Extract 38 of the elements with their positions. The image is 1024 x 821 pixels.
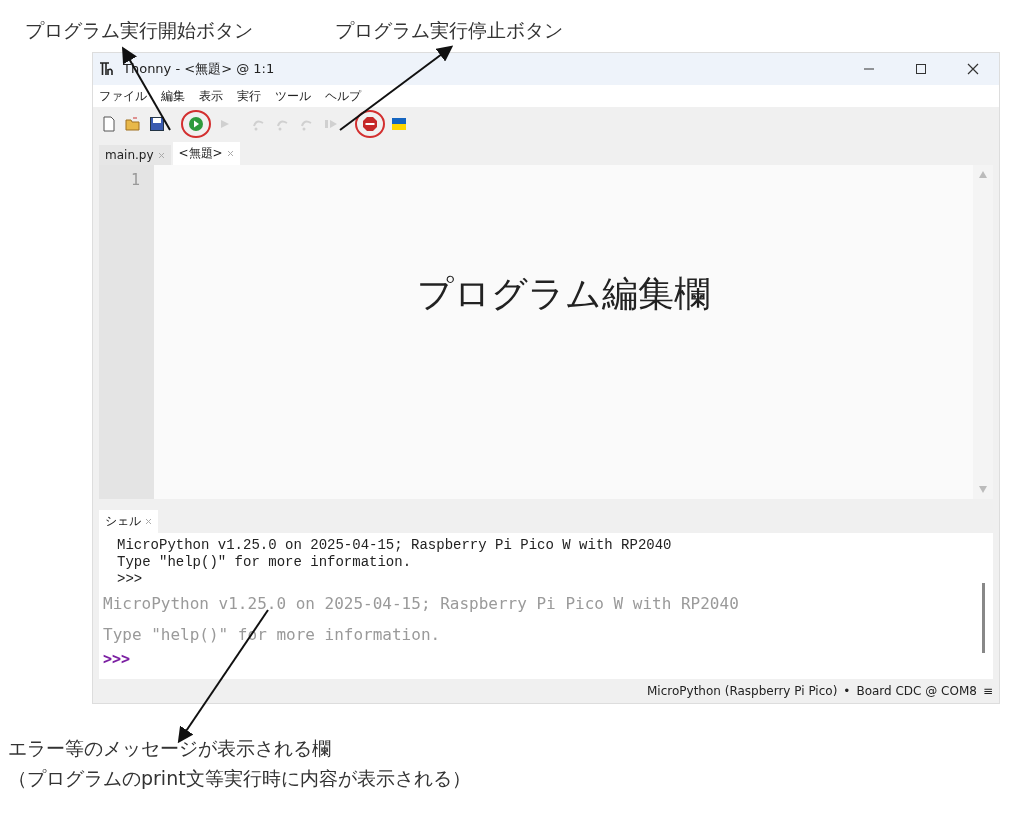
scroll-down-icon[interactable] xyxy=(979,486,987,493)
shell-line: >>> xyxy=(116,571,144,588)
close-icon[interactable] xyxy=(145,518,152,525)
menu-item[interactable]: 表示 xyxy=(199,87,223,105)
code-editor[interactable]: プログラム編集欄 xyxy=(154,165,973,499)
shell-line: >>> xyxy=(103,650,132,668)
editor-tab[interactable]: <無題> xyxy=(172,142,240,165)
menu-item[interactable]: ファイル xyxy=(99,87,147,105)
close-icon xyxy=(967,63,979,75)
shell-panel[interactable] xyxy=(99,533,993,679)
annotation-label: プログラム編集欄 xyxy=(417,271,710,316)
annotation-label: プログラム実行開始ボタン xyxy=(25,18,253,43)
stop-sign-icon[interactable] xyxy=(355,110,385,138)
menu-item[interactable]: 実行 xyxy=(237,87,261,105)
editor-tab[interactable]: main.py xyxy=(99,145,171,165)
interpreter-label[interactable]: MicroPython (Raspberry Pi Pico) xyxy=(647,684,838,698)
menu-item[interactable]: 編集 xyxy=(161,87,185,105)
maximize-icon xyxy=(915,63,927,75)
port-label[interactable]: Board CDC @ COM8 xyxy=(856,684,977,698)
annotation-label: プログラム実行停止ボタン xyxy=(335,18,563,43)
line-number: 1 xyxy=(130,171,140,189)
shell-line: MicroPython v1.25.0 on 2025-04-15; Raspberry Pi Pico W with RP2040 xyxy=(116,537,673,554)
menu-item[interactable]: ヘルプ xyxy=(325,87,361,105)
play-icon[interactable] xyxy=(181,110,211,138)
scrollbar-thumb[interactable] xyxy=(982,583,985,653)
shell-line: MicroPython v1.25.0 on 2025-04-15; Raspberry Pi Pico W with RP2040 xyxy=(103,593,740,615)
shell-line: Type "help()" for more information. xyxy=(116,554,413,571)
scrollbar[interactable] xyxy=(973,165,993,499)
annotation-label: エラー等のメッセージが表示される欄 xyxy=(8,736,332,761)
save-icon[interactable] xyxy=(147,114,167,134)
close-icon[interactable] xyxy=(157,151,165,159)
scroll-up-icon[interactable] xyxy=(979,171,987,178)
annotation-label: （プログラムのprint文等実行時に内容が表示される） xyxy=(8,766,472,791)
menu-icon[interactable]: ≡ xyxy=(982,684,993,698)
close-icon[interactable] xyxy=(226,150,234,157)
separator-dot: • xyxy=(843,684,851,698)
menu-item[interactable]: ツール xyxy=(275,87,311,105)
shell-tab[interactable]: シェル xyxy=(99,510,158,533)
